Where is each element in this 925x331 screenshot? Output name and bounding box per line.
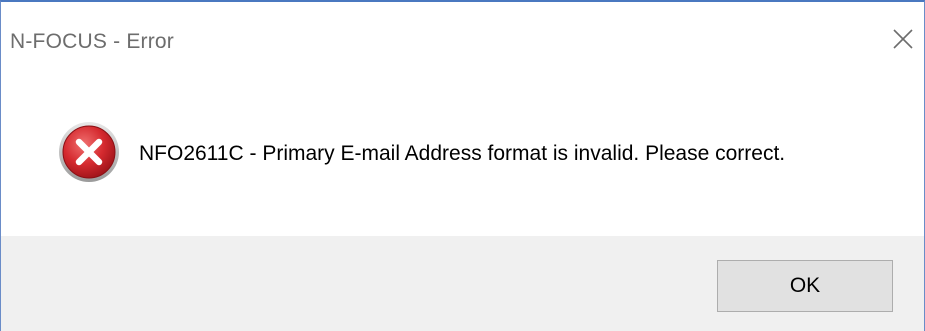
error-message: NFO2611C - Primary E-mail Address format… bbox=[139, 142, 786, 165]
button-bar: OK bbox=[1, 236, 924, 331]
close-icon bbox=[893, 29, 913, 49]
ok-button[interactable]: OK bbox=[717, 260, 893, 312]
error-dialog: N-FOCUS - Error NFO2611C - Primary E-mai… bbox=[0, 0, 925, 331]
dialog-content: NFO2611C - Primary E-mail Address format… bbox=[1, 60, 924, 236]
error-icon bbox=[59, 122, 119, 182]
title-bar[interactable]: N-FOCUS - Error bbox=[1, 2, 924, 60]
close-button[interactable] bbox=[888, 24, 918, 54]
window-title: N-FOCUS - Error bbox=[10, 30, 174, 53]
